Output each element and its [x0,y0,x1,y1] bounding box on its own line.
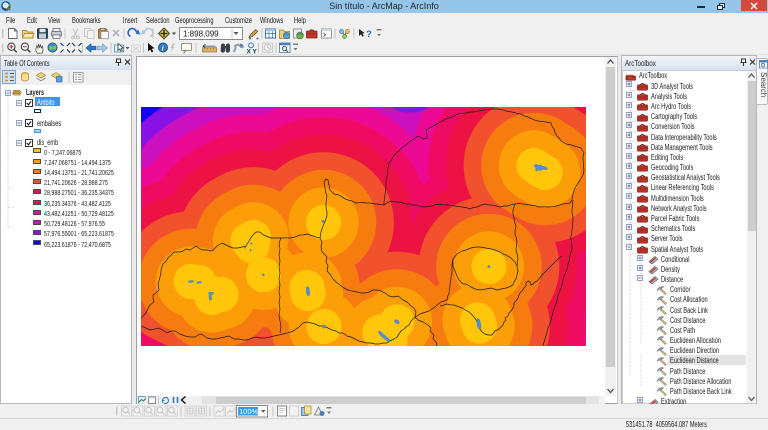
svg-text:100%: 100% [239,407,259,416]
svg-text:?: ? [366,29,372,40]
svg-text:1:898,099: 1:898,099 [183,30,219,39]
